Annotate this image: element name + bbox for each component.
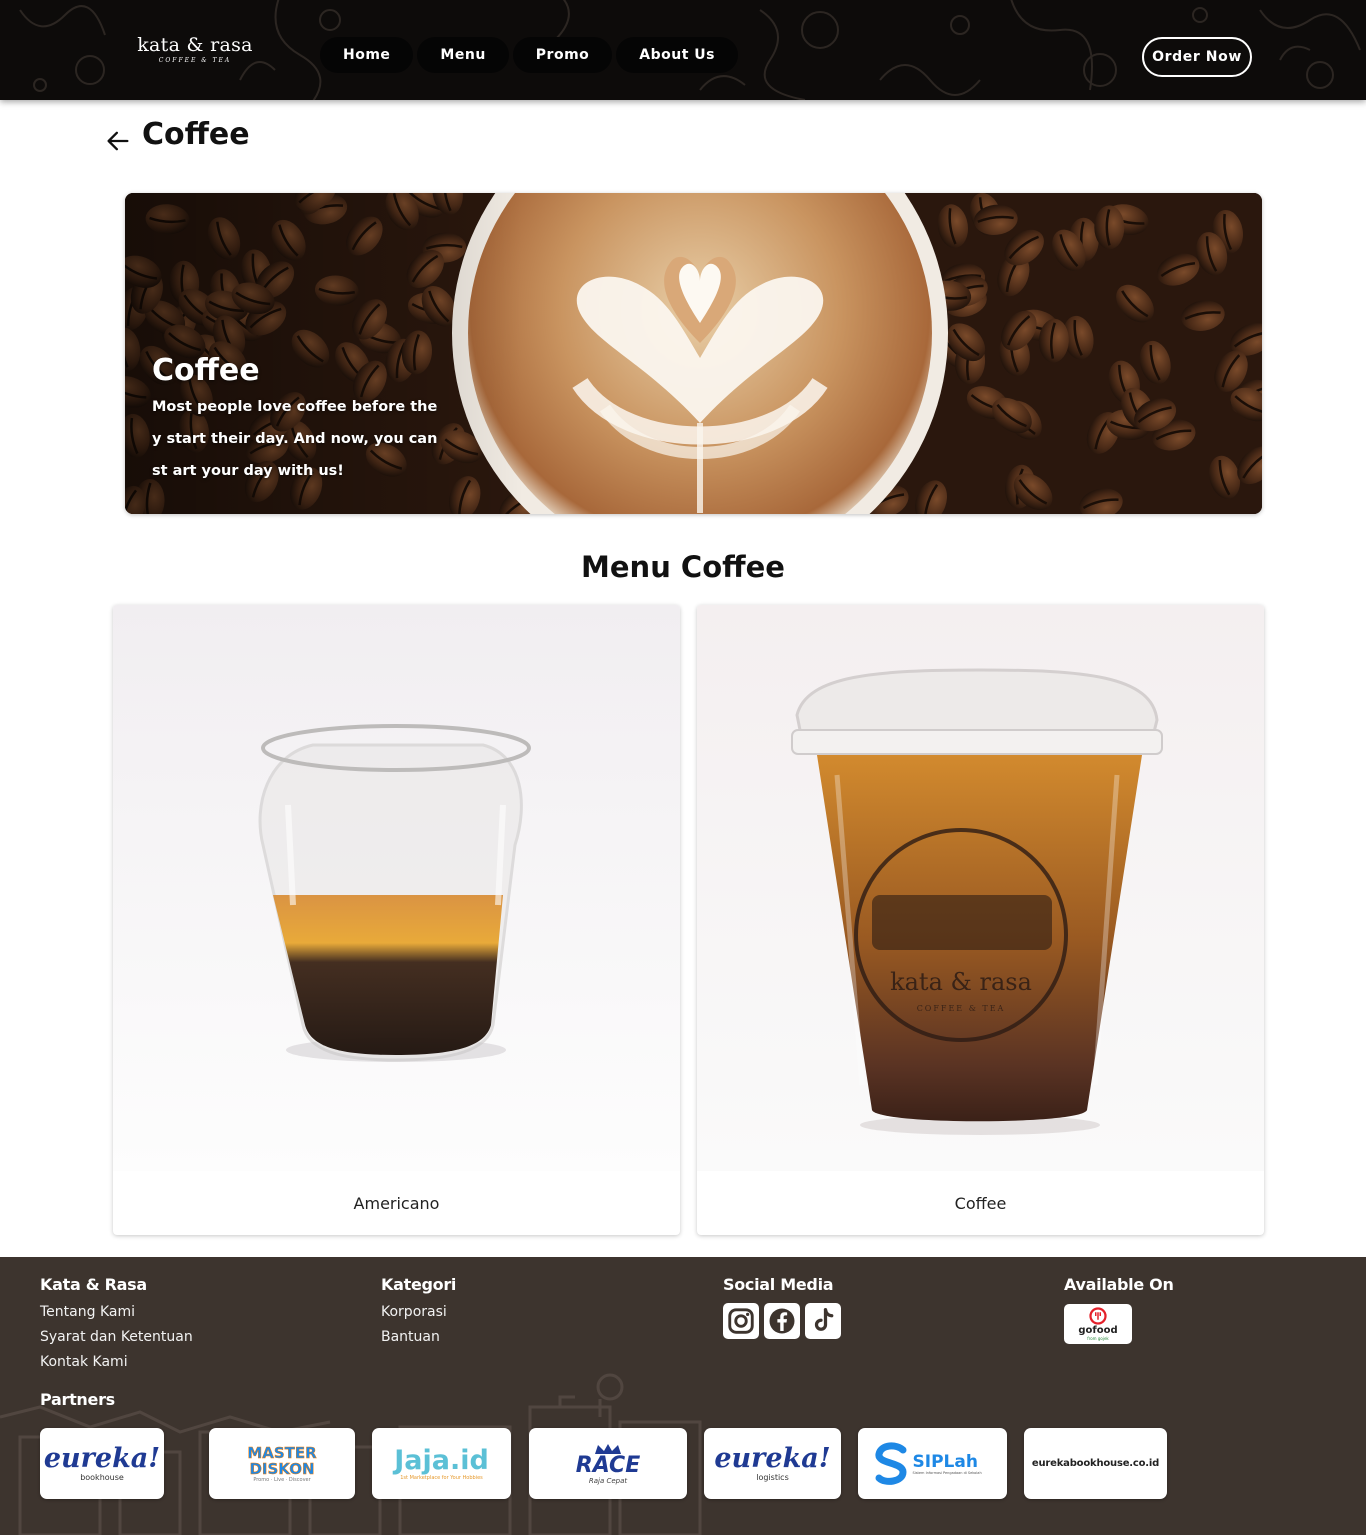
footer-link-tentang-kami[interactable]: Tentang Kami (40, 1300, 193, 1325)
partner-sub: Sistem Informasi Pengadaan di Sekolah (912, 1470, 982, 1475)
partner-race[interactable]: RACE Raja Cepat (529, 1428, 687, 1499)
partners-heading: Partners (40, 1390, 115, 1409)
gofood-icon (1089, 1307, 1107, 1325)
partner-sub: Promo · Live · Discover (253, 1476, 311, 1483)
partner-name: eurekabookhouse.co.id (1031, 1458, 1160, 1469)
menu-card-coffee[interactable]: kata & rasa COFFEE & TEA Coffee (697, 605, 1264, 1235)
footer-link-kontak-kami[interactable]: Kontak Kami (40, 1350, 193, 1375)
page-title: Coffee (142, 117, 250, 152)
nav-home[interactable]: Home (320, 37, 414, 73)
footer-link-bantuan[interactable]: Bantuan (381, 1325, 456, 1350)
footer-link-syarat-ketentuan[interactable]: Syarat dan Ketentuan (40, 1325, 193, 1350)
partner-sub: 1st Marketplace for Your Hobbies (400, 1474, 483, 1481)
partner-name: MASTER DISKON (247, 1443, 317, 1478)
tiktok-icon[interactable] (805, 1303, 841, 1339)
site-header: kata & rasa COFFEE & TEA Home Menu Promo… (0, 0, 1366, 100)
facebook-icon[interactable] (764, 1303, 800, 1339)
order-now-button[interactable]: Order Now (1142, 37, 1252, 77)
nav-promo[interactable]: Promo (512, 37, 613, 73)
logo-tagline: COFFEE & TEA (158, 57, 232, 64)
svg-text:COFFEE & TEA: COFFEE & TEA (917, 1004, 1006, 1013)
partner-sub: bookhouse (80, 1473, 124, 1482)
footer-col-available-on: Available On gofood from gojek (1064, 1275, 1174, 1344)
brand-logo[interactable]: kata & rasa COFFEE & TEA (135, 34, 255, 74)
footer-heading: Kata & Rasa (40, 1275, 147, 1294)
banner-description: Most people love coffee before they star… (152, 399, 438, 479)
footer-link-korporasi[interactable]: Korporasi (381, 1300, 456, 1325)
banner-title: Coffee (152, 353, 260, 388)
logo-wordmark: kata & rasa (137, 34, 253, 56)
arrow-left-icon[interactable] (104, 127, 132, 155)
partner-name: SIPLah (912, 1451, 978, 1472)
footer-col-brand: Kata & Rasa Tentang Kami Syarat dan Kete… (40, 1275, 193, 1375)
footer-heading: Available On (1064, 1275, 1174, 1294)
site-footer: Kata & Rasa Tentang Kami Syarat dan Kete… (0, 1257, 1366, 1535)
instagram-icon[interactable] (723, 1303, 759, 1339)
partner-eureka-logistics[interactable]: eureka! logistics (704, 1428, 841, 1499)
svg-text:kata & rasa: kata & rasa (890, 968, 1032, 996)
menu-item-name: Coffee (954, 1193, 1007, 1213)
gofood-sub: from gojek (1087, 1336, 1109, 1341)
footer-col-social: Social Media (723, 1275, 841, 1339)
partner-sub: logistics (756, 1473, 789, 1482)
menu-card-americano[interactable]: Americano (113, 605, 680, 1235)
siplah-icon (875, 1441, 907, 1485)
menu-section-title: Menu Coffee (581, 550, 785, 584)
footer-heading: Social Media (723, 1275, 834, 1294)
partner-name: eureka! (43, 1443, 161, 1474)
iced-coffee-photo: kata & rasa COFFEE & TEA (697, 605, 1264, 1171)
footer-heading: Kategori (381, 1275, 457, 1294)
partner-eurekabookhouse-co-id[interactable]: eurekabookhouse.co.id (1024, 1428, 1167, 1499)
gofood-badge[interactable]: gofood from gojek (1064, 1304, 1132, 1344)
partner-eureka-bookhouse[interactable]: eureka! bookhouse (40, 1428, 164, 1499)
footer-col-kategori: Kategori Korporasi Bantuan (381, 1275, 456, 1350)
main-nav: Home Menu Promo About Us (320, 37, 739, 73)
partner-master-diskon[interactable]: MASTER DISKON Promo · Live · Discover (209, 1428, 355, 1499)
partner-name: Jaja.id (394, 1444, 489, 1476)
partner-jaja-id[interactable]: Jaja.id 1st Marketplace for Your Hobbies (372, 1428, 511, 1499)
partner-name: eureka! (714, 1443, 831, 1474)
partner-name: RACE (575, 1452, 641, 1478)
americano-photo (113, 605, 680, 1171)
social-links (723, 1303, 841, 1339)
partner-sub: Raja Cepat (588, 1476, 628, 1485)
gofood-label: gofood (1078, 1325, 1118, 1336)
category-banner: Coffee Most people love coffee before th… (125, 193, 1262, 514)
menu-item-name: Americano (353, 1193, 440, 1213)
nav-menu[interactable]: Menu (417, 37, 509, 73)
nav-about-us[interactable]: About Us (616, 37, 739, 73)
partner-siplah[interactable]: SIPLah Sistem Informasi Pengadaan di Sek… (858, 1428, 1007, 1499)
